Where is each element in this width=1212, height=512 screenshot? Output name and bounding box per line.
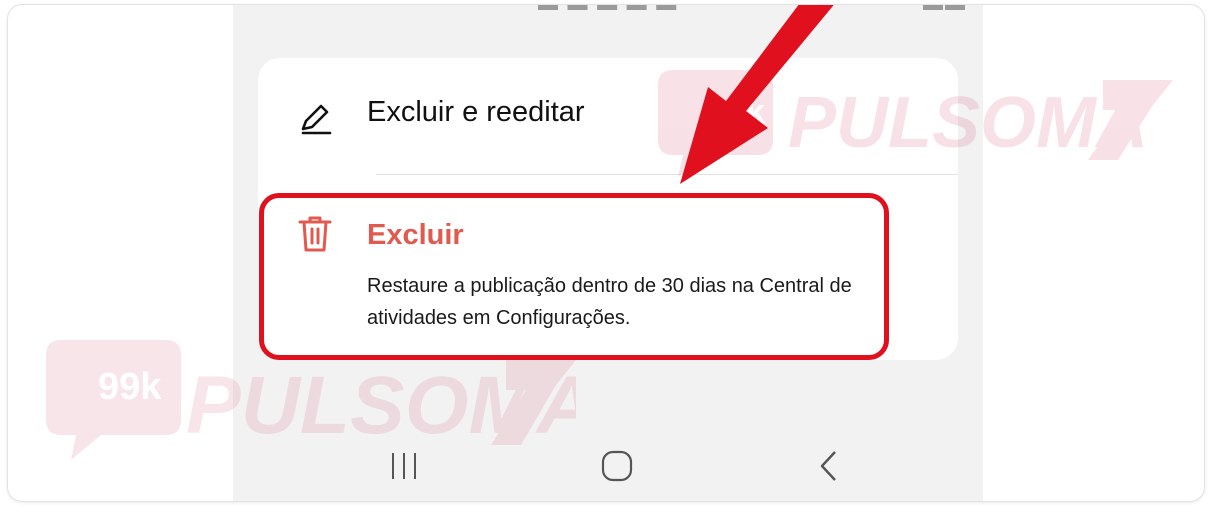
system-navigation-bar [233,441,983,501]
phone-screen: ▬ ▬ ▬ ▬ ▬ ▬▬ Excluir e reeditar [233,5,983,501]
trash-icon [298,216,332,252]
edit-and-reedit-option[interactable]: Excluir e reeditar [258,58,958,175]
screenshot-frame: ▬ ▬ ▬ ▬ ▬ ▬▬ Excluir e reeditar [8,5,1204,501]
back-icon[interactable] [813,449,847,483]
home-icon[interactable] [600,449,634,483]
delete-option[interactable]: Excluir Restaure a publicação dentro de … [258,190,958,350]
delete-option-description: Restaure a publicação dentro de 30 dias … [367,275,852,329]
recent-apps-icon[interactable] [387,449,421,483]
delete-option-label: Excluir [367,219,464,251]
options-sheet: Excluir e reeditar Excluir Restaure a pu… [258,58,958,360]
divider [376,174,958,175]
pencil-icon [301,104,332,135]
edit-option-label: Excluir e reeditar [367,96,585,128]
watermark-badge-text: 99k [98,366,162,408]
clipped-top-text: ▬ ▬ ▬ ▬ ▬ ▬▬ [233,5,983,15]
